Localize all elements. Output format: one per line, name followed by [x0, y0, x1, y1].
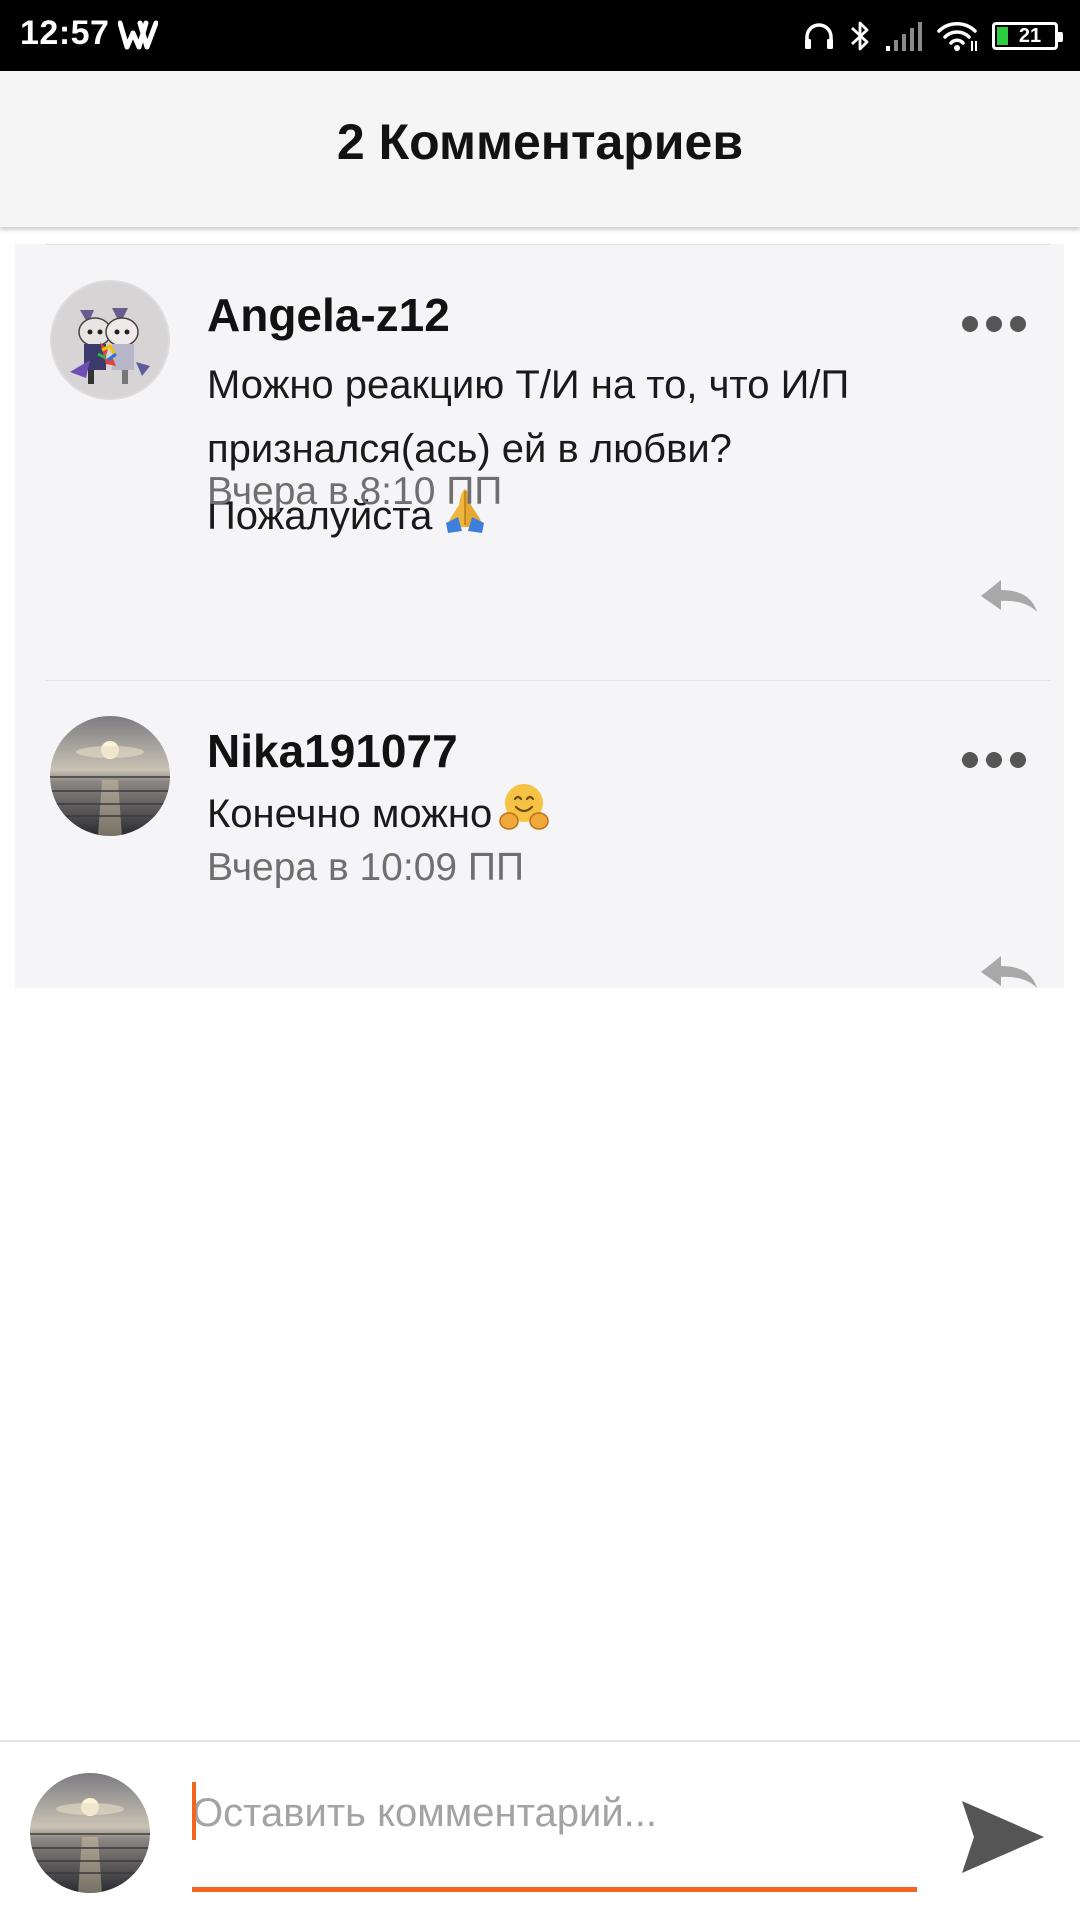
hugging-face-icon	[499, 784, 549, 830]
comments-list: Angela-z12 Можно реакцию Т/И на то, что …	[15, 244, 1064, 988]
comment-timestamp: Вчера в 8:10 ПП	[207, 470, 503, 513]
signal-icon	[886, 22, 922, 51]
wattpad-icon	[118, 20, 158, 50]
cartoon-avatar-icon	[50, 280, 170, 400]
input-underline	[192, 1887, 917, 1892]
avatar[interactable]	[50, 716, 170, 836]
comments-screen: 12:57 21 2 Комментариев Angela-z12 Можно…	[0, 0, 1080, 1920]
status-time: 12:57	[20, 14, 110, 52]
page-title: 2 Комментариев	[336, 114, 744, 170]
comment-author[interactable]: Angela-z12	[207, 288, 450, 342]
avatar[interactable]	[50, 280, 170, 400]
status-bar: 12:57 21	[0, 0, 1080, 71]
header: 2 Комментариев	[0, 71, 1080, 227]
sunset-avatar-icon	[50, 716, 170, 836]
battery-icon: 21	[992, 22, 1063, 50]
more-options-icon[interactable]	[960, 314, 1028, 334]
more-options-icon[interactable]	[960, 750, 1028, 770]
comment-author[interactable]: Nika191077	[207, 724, 458, 778]
comment-timestamp: Вчера в 10:09 ПП	[207, 846, 524, 889]
bluetooth-icon	[851, 21, 869, 51]
comment-item: Nika191077 Конечно можно Вчера в 10:09 П…	[15, 680, 1064, 988]
sunset-avatar-icon	[30, 1773, 150, 1893]
text-cursor	[192, 1782, 196, 1840]
comment-composer	[0, 1740, 1080, 1920]
comment-text: Конечно можно	[207, 781, 947, 846]
battery-level: 21	[1018, 24, 1042, 47]
send-icon[interactable]	[960, 1797, 1046, 1877]
avatar	[30, 1773, 150, 1893]
comment-input[interactable]	[192, 1782, 917, 1844]
reply-icon[interactable]	[977, 952, 1041, 992]
wifi-icon	[937, 22, 977, 51]
comment-text: Можно реакцию Т/И на то, что И/П признал…	[207, 353, 947, 548]
comment-text-content: Конечно можно	[207, 792, 493, 836]
headphones-icon	[805, 23, 833, 49]
comment-item: Angela-z12 Можно реакцию Т/И на то, что …	[15, 244, 1064, 680]
status-icons: 21	[802, 12, 1063, 60]
reply-icon[interactable]	[977, 576, 1041, 616]
